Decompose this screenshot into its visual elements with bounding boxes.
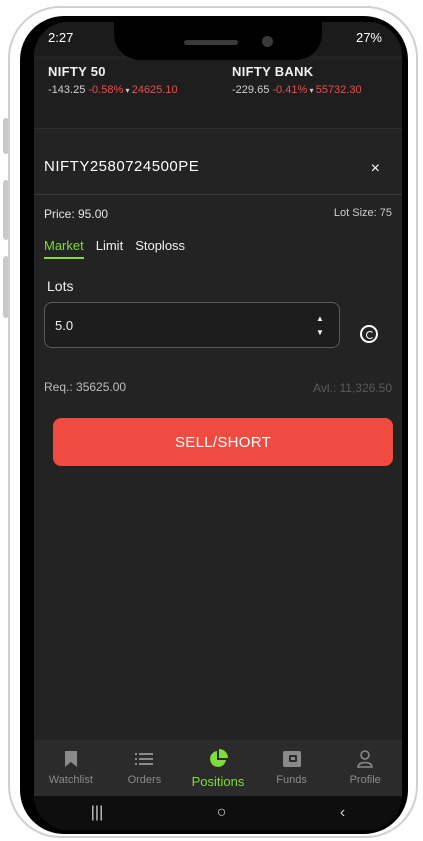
index-pct: -0.41%: [272, 84, 308, 96]
nav-label: Positions: [191, 774, 245, 789]
status-time: 2:27: [48, 30, 74, 45]
order-sheet: NIFTY2580724500PE × Price: 95.00 Lot Siz…: [34, 130, 402, 740]
index-change: -143.25: [48, 84, 86, 96]
nav-item-orders[interactable]: Orders: [108, 740, 182, 796]
lots-input[interactable]: 5.0 ▲ ▼: [44, 302, 340, 348]
nav-label: Orders: [127, 774, 162, 786]
nav-label: Profile: [349, 774, 381, 786]
back-icon[interactable]: ‹: [340, 804, 345, 822]
bottom-nav: Watchlist Orders Positions Funds Profile: [34, 740, 402, 796]
notch: [114, 22, 322, 60]
battery-level: 27%: [355, 30, 382, 45]
index-value: 24625.10: [131, 84, 178, 96]
nav-label: Watchlist: [48, 774, 93, 786]
down-arrow-icon: ▾: [307, 86, 316, 95]
speaker: [184, 40, 238, 45]
chevron-up-icon[interactable]: ▲: [315, 312, 325, 326]
home-icon[interactable]: ○: [217, 804, 227, 822]
index-niftybank[interactable]: NIFTY BANK -229.65 -0.41% ▾ 55732.30: [232, 64, 362, 96]
order-symbol: NIFTY2580724500PE: [44, 158, 200, 175]
order-price: Price: 95.00: [44, 207, 109, 221]
bookmark-icon: [64, 749, 77, 769]
refresh-icon[interactable]: [360, 325, 378, 343]
index-quote: -229.65 -0.41% ▾ 55732.30: [232, 84, 362, 96]
nav-item-profile[interactable]: Profile: [328, 740, 402, 796]
nav-label: Funds: [276, 774, 307, 786]
index-name: NIFTY 50: [48, 64, 106, 79]
close-icon[interactable]: ×: [371, 160, 380, 178]
wallet-icon: [282, 749, 301, 769]
tab-market[interactable]: Market: [44, 238, 84, 259]
tab-stoploss[interactable]: Stoploss: [135, 238, 185, 259]
index-ticker: NIFTY 50 -143.25 -0.58% ▾ 24625.10 NIFTY…: [34, 60, 402, 129]
required-margin: Req.: 35625.00: [44, 380, 127, 394]
recent-apps-icon[interactable]: |||: [91, 804, 103, 822]
order-type-tabs: Market Limit Stoploss: [44, 238, 185, 259]
nav-item-funds[interactable]: Funds: [255, 740, 329, 796]
list-icon: [135, 749, 154, 769]
order-header: NIFTY2580724500PE ×: [34, 150, 402, 195]
index-change: -229.65: [232, 84, 270, 96]
index-value: 55732.30: [315, 84, 362, 96]
tab-limit[interactable]: Limit: [96, 238, 123, 259]
nav-item-watchlist[interactable]: Watchlist: [34, 740, 108, 796]
sell-short-button[interactable]: SELL/SHORT: [53, 418, 393, 466]
pie-chart-icon: [208, 749, 228, 769]
system-nav-bar: ||| ○ ‹: [34, 796, 402, 830]
lots-stepper[interactable]: ▲ ▼: [315, 312, 325, 340]
lots-value: 5.0: [55, 318, 74, 333]
down-arrow-icon: ▾: [123, 86, 132, 95]
index-quote: -143.25 -0.58% ▾ 24625.10: [48, 84, 178, 96]
chevron-down-icon[interactable]: ▼: [315, 326, 325, 340]
index-name: NIFTY BANK: [232, 64, 314, 79]
available-margin: Avl.: 11,326.50: [313, 381, 392, 395]
index-pct: -0.58%: [88, 84, 124, 96]
person-icon: [357, 749, 373, 769]
nav-item-positions[interactable]: Positions: [181, 740, 255, 796]
lots-label: Lots: [47, 278, 74, 294]
phone-screen: 2:27 27% NIFTY 50 -143.25 -0.58% ▾ 24625…: [34, 22, 402, 830]
lot-size: Lot Size: 75: [333, 207, 392, 219]
index-nifty50[interactable]: NIFTY 50 -143.25 -0.58% ▾ 24625.10: [48, 64, 178, 96]
camera: [262, 36, 273, 47]
